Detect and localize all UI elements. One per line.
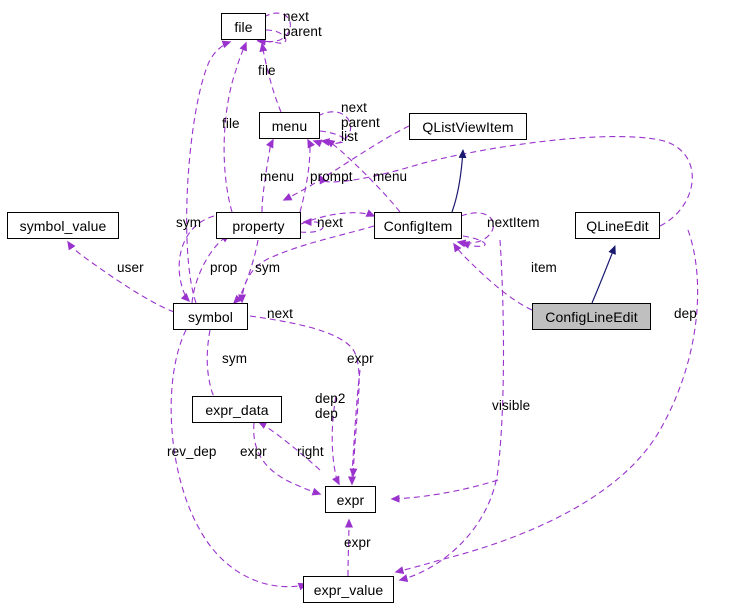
node-configlineedit[interactable]: ConfigLineEdit (532, 303, 651, 330)
edge-label-next-property: next (317, 215, 343, 230)
node-property[interactable]: property (216, 212, 301, 239)
edge-label-file-mid: file (258, 63, 276, 78)
edge-label-dep2-dep: dep2 dep (315, 391, 346, 421)
edge-label-menu-2: menu (373, 169, 408, 184)
collaboration-diagram: file menu QListViewItem symbol_value pro… (0, 0, 729, 609)
node-qlistviewitem[interactable]: QListViewItem (409, 113, 527, 140)
edge-label-rev-dep: rev_dep (167, 444, 217, 459)
node-menu[interactable]: menu (259, 112, 320, 139)
edge-label-nextitem: nextItem (487, 215, 540, 230)
edge-label-file-left: file (222, 116, 240, 131)
edge-label-expr-data: expr (240, 444, 267, 459)
edge-expr-dep (348, 369, 361, 486)
edge-label-menu-1: menu (260, 169, 295, 184)
edge-label-next-symbol: next (267, 306, 293, 321)
edge-label-sym-upper: sym (176, 215, 202, 230)
edge-label-prop: prop (210, 260, 238, 275)
edge-configitem-inherits-qlistviewitem (451, 149, 467, 213)
edge-label-user: user (117, 260, 144, 275)
edge-label-next-parent-list: next parent list (341, 100, 380, 145)
node-expr-value[interactable]: expr_value (303, 576, 394, 603)
edge-label-right: right (297, 444, 324, 459)
edge-configlineedit-inherits-qlineedit (591, 245, 616, 304)
edge-configlineedit-item (453, 242, 533, 311)
edge-label-visible: visible (492, 398, 531, 413)
edge-right-expr (390, 479, 499, 503)
edge-dep-right (394, 229, 699, 575)
node-expr-data[interactable]: expr_data (192, 396, 282, 423)
node-qlineedit[interactable]: QLineEdit (575, 212, 660, 239)
edge-prompt-menu (299, 138, 315, 213)
edge-symbol-symbolvalue (67, 240, 175, 313)
edge-visible-exprvalue (398, 239, 505, 583)
node-symbol[interactable]: symbol (173, 303, 248, 330)
node-symbol-value[interactable]: symbol_value (7, 212, 119, 239)
edge-label-prompt: prompt (310, 169, 353, 184)
edge-configitem-nextitem2 (460, 235, 486, 249)
node-expr[interactable]: expr (325, 486, 376, 513)
edge-label-sym-bottom: sym (222, 351, 248, 366)
edge-label-next-parent-file: next parent (283, 9, 322, 39)
edge-label-sym-lower: sym (255, 260, 281, 275)
edge-label-item: item (531, 260, 557, 275)
edge-label-expr-mid: expr (347, 351, 374, 366)
edge-label-expr-bottom: expr (344, 535, 371, 550)
edge-label-dep: dep (674, 306, 697, 321)
node-file[interactable]: file (221, 13, 266, 40)
node-configitem[interactable]: ConfigItem (374, 212, 462, 239)
